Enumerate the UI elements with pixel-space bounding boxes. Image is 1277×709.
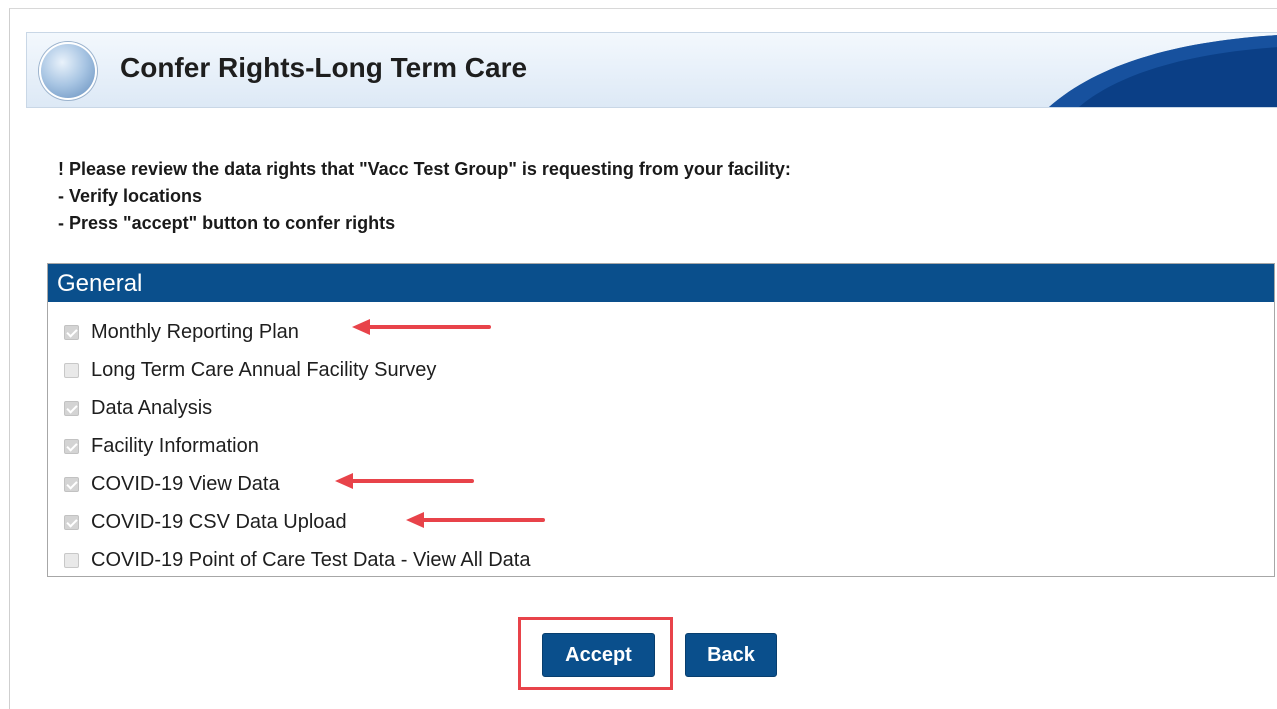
checkbox[interactable]: [64, 324, 79, 340]
checkbox[interactable]: [64, 476, 79, 492]
right-item-covid-csv-data-upload[interactable]: COVID-19 CSV Data Upload: [64, 507, 347, 537]
header-swoosh-decoration: [1049, 35, 1277, 107]
right-item-data-analysis[interactable]: Data Analysis: [64, 393, 212, 423]
right-label: Data Analysis: [91, 396, 213, 419]
page-title: Confer Rights-Long Term Care: [120, 52, 528, 83]
right-label: COVID-19 CSV Data Upload: [91, 510, 347, 533]
instructions: ! Please review the data rights that "Va…: [58, 156, 791, 237]
checkbox[interactable]: [64, 362, 79, 378]
instruction-line: - Verify locations: [58, 186, 203, 206]
right-label: Long Term Care Annual Facility Survey: [91, 358, 437, 381]
right-item-facility-information[interactable]: Facility Information: [64, 431, 259, 461]
checkbox[interactable]: [64, 552, 79, 568]
back-button[interactable]: Back: [685, 633, 777, 677]
annotation-arrow-icon: [406, 512, 545, 528]
checkbox[interactable]: [64, 514, 79, 530]
section-header: General: [48, 264, 1274, 302]
checkbox[interactable]: [64, 438, 79, 454]
right-label: Monthly Reporting Plan: [91, 320, 299, 343]
facility-logo-icon: [39, 42, 97, 100]
right-item-covid-poc-test-data[interactable]: COVID-19 Point of Care Test Data - View …: [64, 545, 530, 575]
general-section: General Monthly Reporting Plan Long Term…: [47, 263, 1275, 577]
annotation-arrow-icon: [352, 319, 491, 335]
right-item-ltc-annual-facility-survey[interactable]: Long Term Care Annual Facility Survey: [64, 355, 436, 385]
right-item-monthly-reporting-plan[interactable]: Monthly Reporting Plan: [64, 317, 299, 347]
page-header: Confer Rights-Long Term Care: [26, 32, 1277, 108]
checkbox[interactable]: [64, 400, 79, 416]
right-label: Facility Information: [91, 434, 259, 457]
right-item-covid-view-data[interactable]: COVID-19 View Data: [64, 469, 280, 499]
annotation-arrow-icon: [335, 473, 474, 489]
instruction-line: - Press "accept" button to confer rights: [58, 213, 396, 233]
annotation-highlight-box: [518, 617, 673, 690]
right-label: COVID-19 Point of Care Test Data - View …: [91, 548, 531, 571]
instruction-line: ! Please review the data rights that "Va…: [58, 159, 791, 179]
right-label: COVID-19 View Data: [91, 472, 280, 495]
